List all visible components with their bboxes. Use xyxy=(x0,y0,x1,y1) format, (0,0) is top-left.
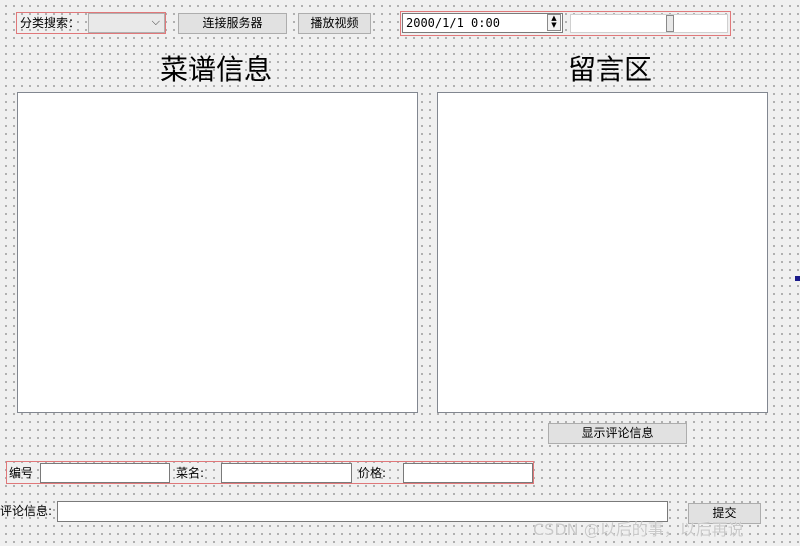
recipe-info-title: 菜谱信息 xyxy=(159,53,272,86)
watermark-text: CSDN @以后的事，以后再说 xyxy=(533,520,744,539)
play-video-button[interactable]: 播放视频 xyxy=(298,13,371,34)
spin-down-icon[interactable]: ▼ xyxy=(548,22,560,29)
price-label: 价格: xyxy=(358,466,387,480)
show-comments-button[interactable]: 显示评论信息 xyxy=(548,423,687,444)
comments-panel[interactable] xyxy=(437,92,768,413)
comment-label: 评论信息: xyxy=(0,504,53,518)
connect-server-button[interactable]: 连接服务器 xyxy=(178,13,287,34)
comments-area-title: 留言区 xyxy=(567,53,652,86)
datetime-picker[interactable]: 2000/1/1 0:00 xyxy=(402,13,563,33)
id-label: 编号 xyxy=(9,466,34,480)
price-field[interactable] xyxy=(403,463,533,483)
datetime-spinner[interactable]: ▲ ▼ xyxy=(547,14,561,31)
recipe-info-panel[interactable] xyxy=(17,92,418,413)
id-field[interactable] xyxy=(40,463,170,483)
category-select[interactable]: ⌵ xyxy=(88,13,165,33)
video-slider[interactable] xyxy=(570,14,728,33)
dish-name-label: 菜名: xyxy=(176,466,205,480)
chevron-down-icon: ⌵ xyxy=(151,15,160,28)
dish-name-field[interactable] xyxy=(221,463,352,483)
datetime-value: 2000/1/1 0:00 xyxy=(406,16,500,30)
category-search-label: 分类搜索： xyxy=(20,16,81,30)
video-slider-thumb[interactable] xyxy=(666,15,674,32)
resize-handle[interactable] xyxy=(795,276,800,281)
